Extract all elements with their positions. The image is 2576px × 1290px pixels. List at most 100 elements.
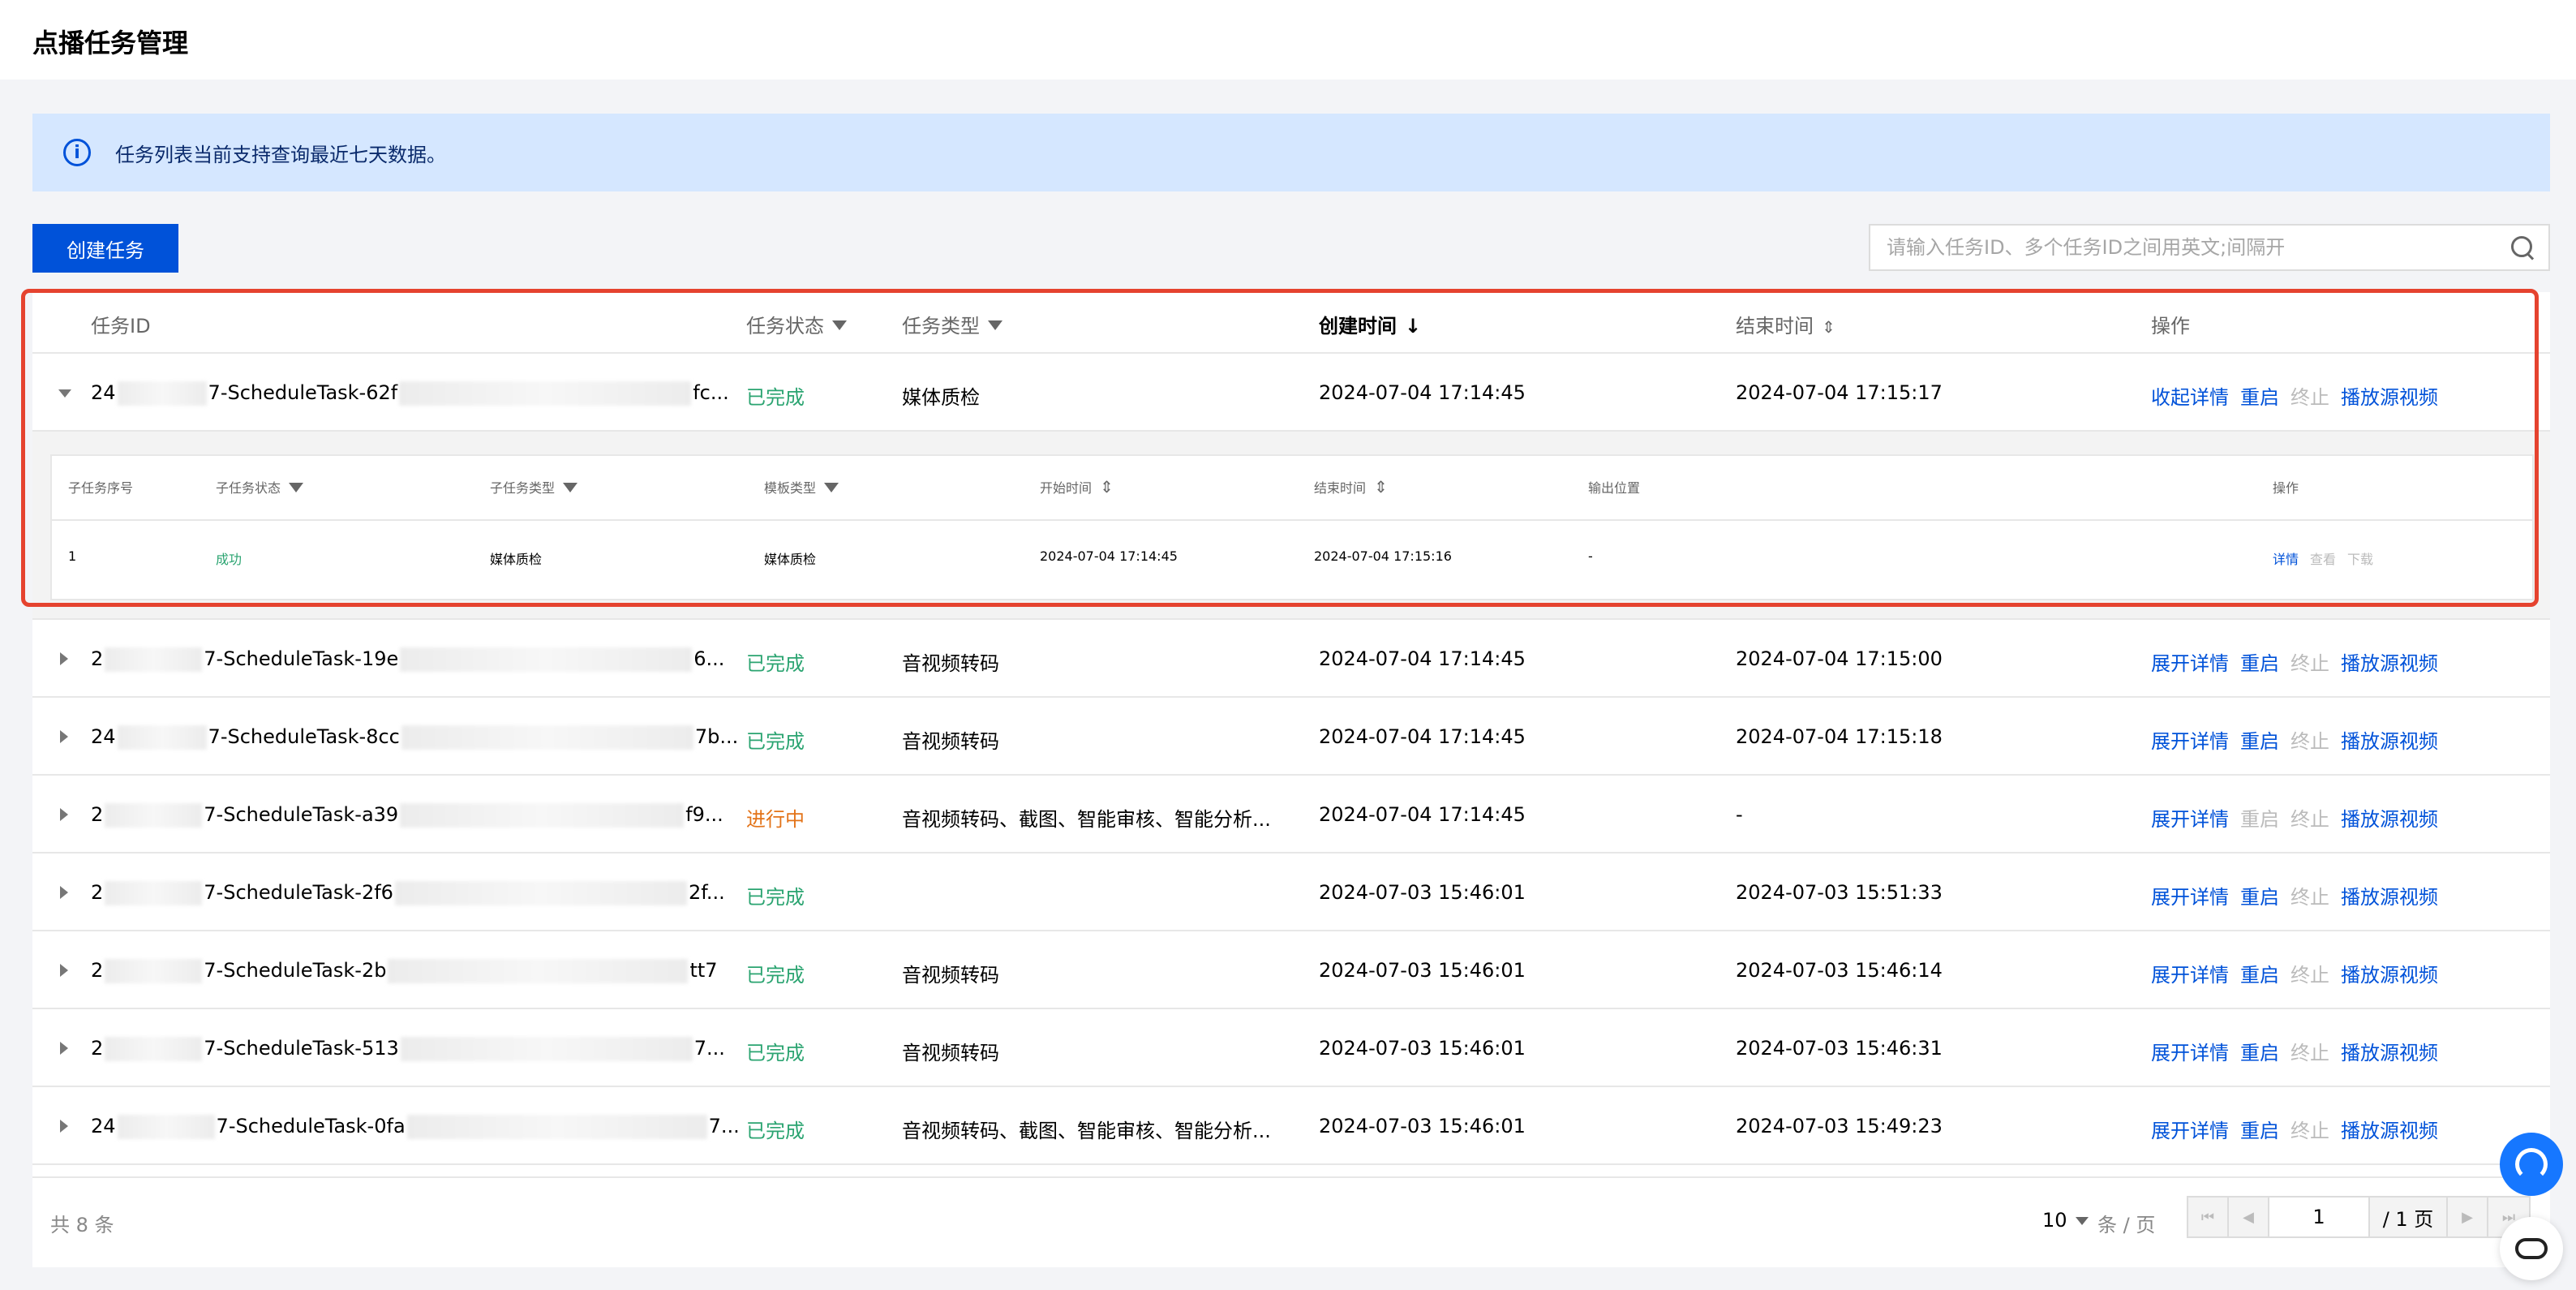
created-time: 2024-07-04 17:14:45: [1319, 647, 1526, 670]
search-input[interactable]: [1870, 236, 2508, 259]
filter-icon[interactable]: [824, 482, 839, 492]
subtask-header: 子任务序号 子任务状态 子任务类型 模板类型 开始时间 ⇕ 结束时间 ⇕ 输出位置 …: [52, 456, 2532, 521]
header-type[interactable]: 任务类型: [902, 310, 1002, 338]
stop-link: 终止: [2290, 964, 2329, 987]
toggle-detail-link[interactable]: 展开详情: [2151, 808, 2229, 831]
page-size-select[interactable]: 10: [2042, 1209, 2089, 1232]
play-source-link[interactable]: 播放源视频: [2341, 730, 2438, 753]
sub-header-end[interactable]: 结束时间 ⇕: [1314, 477, 1388, 497]
support-button[interactable]: [2500, 1133, 2563, 1196]
filter-icon[interactable]: [563, 482, 578, 492]
task-id: 2 7-ScheduleTask-19e 6...: [91, 647, 725, 672]
stop-link: 终止: [2290, 386, 2329, 409]
task-type: 音视频转码: [902, 1042, 999, 1064]
toggle-detail-link[interactable]: 展开详情: [2151, 730, 2229, 753]
subtask-seq: 1: [68, 548, 77, 564]
sort-icon[interactable]: ⇕: [1822, 317, 1835, 337]
expand-icon[interactable]: [60, 1120, 68, 1133]
toggle-detail-link[interactable]: 展开详情: [2151, 964, 2229, 987]
filter-icon[interactable]: [988, 320, 1002, 330]
sub-header-type[interactable]: 子任务类型: [490, 477, 578, 497]
toggle-detail-link[interactable]: 展开详情: [2151, 1120, 2229, 1142]
task-id: 2 7-ScheduleTask-2f6 2f...: [91, 881, 725, 905]
sub-header-output: 输出位置: [1588, 480, 1641, 496]
row-actions: 展开详情 重启 终止 播放源视频: [2151, 1037, 2449, 1065]
info-icon: i: [63, 139, 91, 166]
restart-link[interactable]: 重启: [2240, 1042, 2279, 1064]
status-text: 已完成: [746, 1120, 805, 1142]
table-row: 2 7-ScheduleTask-2f6 2f... 已完成 2024-07-03 …: [32, 854, 2550, 931]
page-number-input[interactable]: [2269, 1198, 2370, 1236]
restart-link: 重启: [2240, 808, 2279, 831]
stop-link: 终止: [2290, 652, 2329, 675]
first-page-icon[interactable]: ⏮: [2188, 1198, 2229, 1236]
restart-link[interactable]: 重启: [2240, 1120, 2279, 1142]
task-type: 音视频转码、截图、智能审核、智能分析...: [902, 808, 1271, 831]
created-time: 2024-07-04 17:14:45: [1319, 803, 1526, 826]
table-row: 2 7-ScheduleTask-a39 f9... 进行中 音视频转码、截图、智能…: [32, 776, 2550, 854]
created-time: 2024-07-03 15:46:01: [1319, 959, 1526, 982]
row-actions: 展开详情 重启 终止 播放源视频: [2151, 881, 2449, 909]
status-text: 已完成: [746, 886, 805, 909]
created-time: 2024-07-03 15:46:01: [1319, 881, 1526, 904]
restart-link[interactable]: 重启: [2240, 886, 2279, 909]
table-header: 任务ID 任务状态 任务类型 创建时间 ↓ 结束时间 ⇕ 操作: [32, 292, 2550, 354]
play-source-link[interactable]: 播放源视频: [2341, 1120, 2438, 1142]
subtask-type: 媒体质检: [490, 552, 543, 567]
header-created[interactable]: 创建时间 ↓: [1319, 310, 1421, 338]
restart-link[interactable]: 重启: [2240, 730, 2279, 753]
table-row: 24 7-ScheduleTask-8cc 7b... 已完成 音视频转码 2024…: [32, 698, 2550, 776]
cloud-assistant-button[interactable]: [2500, 1217, 2563, 1280]
task-type: 媒体质检: [902, 386, 980, 409]
task-id: 24 7-ScheduleTask-0fa 7...: [91, 1115, 740, 1139]
status-text: 已完成: [746, 652, 805, 675]
toggle-detail-link[interactable]: 收起详情: [2151, 386, 2229, 409]
play-source-link[interactable]: 播放源视频: [2341, 964, 2438, 987]
expand-icon[interactable]: [60, 730, 68, 743]
header-status[interactable]: 任务状态: [746, 310, 847, 338]
expand-icon[interactable]: [60, 964, 68, 977]
notice-text: 任务列表当前支持查询最近七天数据。: [115, 143, 446, 166]
toggle-detail-link[interactable]: 展开详情: [2151, 886, 2229, 909]
filter-icon[interactable]: [832, 320, 847, 330]
toggle-detail-link[interactable]: 展开详情: [2151, 1042, 2229, 1064]
sub-header-start[interactable]: 开始时间 ⇕: [1040, 477, 1114, 497]
stop-link: 终止: [2290, 808, 2329, 831]
sort-icon[interactable]: ⇕: [1100, 477, 1114, 497]
play-source-link[interactable]: 播放源视频: [2341, 652, 2438, 675]
chevron-down-icon[interactable]: [2075, 1217, 2089, 1225]
play-source-link[interactable]: 播放源视频: [2341, 808, 2438, 831]
table-row: 24 7-ScheduleTask-0fa 7... 已完成 音视频转码、截图、智能…: [32, 1087, 2550, 1165]
expand-icon[interactable]: [60, 886, 68, 899]
total-count: 共 8 条: [50, 1214, 114, 1236]
prev-page-icon[interactable]: ◀: [2229, 1198, 2269, 1236]
play-source-link[interactable]: 播放源视频: [2341, 1042, 2438, 1064]
play-source-link[interactable]: 播放源视频: [2341, 886, 2438, 909]
top-bar: 点播任务管理: [0, 0, 2576, 80]
sub-header-template[interactable]: 模板类型: [764, 477, 839, 497]
sub-header-status[interactable]: 子任务状态: [216, 477, 304, 497]
next-page-icon[interactable]: ▶: [2448, 1198, 2488, 1236]
expand-icon[interactable]: [60, 1042, 68, 1055]
toggle-detail-link[interactable]: 展开详情: [2151, 652, 2229, 675]
task-type: 音视频转码: [902, 730, 999, 753]
task-table: 任务ID 任务状态 任务类型 创建时间 ↓ 结束时间 ⇕ 操作 24 7-Schedu…: [32, 292, 2550, 1267]
restart-link[interactable]: 重启: [2240, 386, 2279, 409]
header-ended[interactable]: 结束时间 ⇕: [1736, 310, 1835, 338]
search-icon[interactable]: [2508, 233, 2537, 262]
expand-icon[interactable]: [60, 808, 68, 821]
play-source-link[interactable]: 播放源视频: [2341, 386, 2438, 409]
subtask-detail-link[interactable]: 详情: [2273, 552, 2299, 567]
table-row: 2 7-ScheduleTask-513 7... 已完成 音视频转码 2024-0…: [32, 1009, 2550, 1087]
collapse-icon[interactable]: [58, 389, 71, 398]
expand-icon[interactable]: [60, 652, 68, 665]
sort-icon[interactable]: ⇕: [1374, 477, 1388, 497]
create-task-button[interactable]: 创建任务: [32, 224, 178, 273]
restart-link[interactable]: 重启: [2240, 652, 2279, 675]
filter-icon[interactable]: [289, 482, 304, 492]
table-row: 2 7-ScheduleTask-19e 6... 已完成 音视频转码 2024-0…: [32, 620, 2550, 698]
created-time: 2024-07-04 17:14:45: [1319, 381, 1526, 404]
sort-desc-icon[interactable]: ↓: [1405, 315, 1421, 338]
status-text: 已完成: [746, 730, 805, 753]
restart-link[interactable]: 重启: [2240, 964, 2279, 987]
